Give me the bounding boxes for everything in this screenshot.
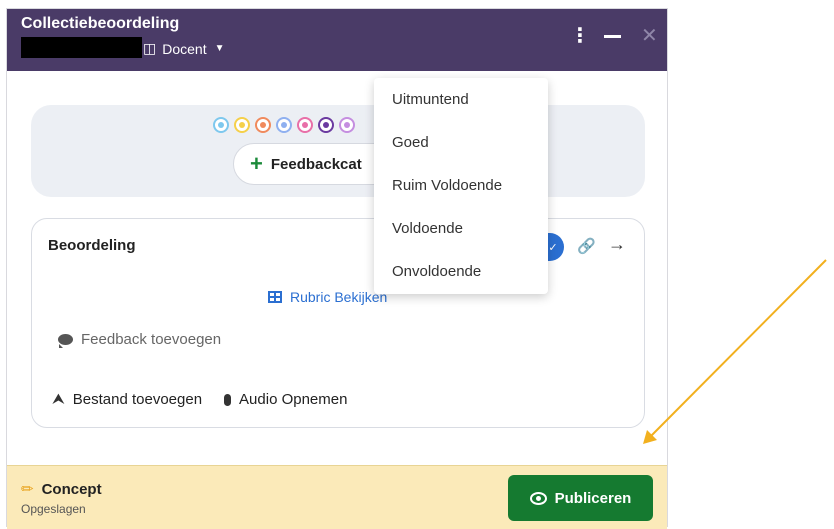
annotation-arrow [643, 259, 827, 444]
